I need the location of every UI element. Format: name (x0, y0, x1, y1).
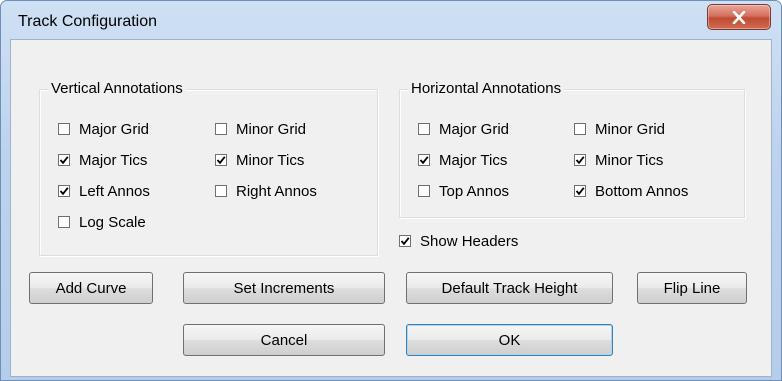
checkbox-box[interactable] (574, 185, 586, 197)
horizontal-minor-grid-checkbox[interactable]: Minor Grid (574, 119, 665, 139)
checkbox-label: Major Grid (439, 120, 510, 138)
checkbox-box[interactable] (215, 185, 227, 197)
horizontal-top-annos-checkbox[interactable]: Top Annos (418, 181, 509, 201)
window-title: Track Configuration (18, 13, 158, 30)
checkbox-box[interactable] (574, 154, 586, 166)
track-configuration-dialog: Track Configuration Vertical Annotations… (0, 0, 782, 381)
checkbox-label: Minor Grid (236, 120, 307, 138)
checkmark-icon (400, 237, 410, 246)
checkmark-icon (216, 156, 226, 165)
horizontal-annotations-group: Horizontal Annotations Major Grid Minor … (399, 80, 745, 218)
checkmark-icon (575, 187, 585, 196)
checkbox-box[interactable] (215, 123, 227, 135)
horizontal-major-tics-checkbox[interactable]: Major Tics (418, 150, 507, 170)
checkbox-box[interactable] (399, 235, 411, 247)
horizontal-annotations-label: Horizontal Annotations (408, 80, 565, 97)
cancel-button[interactable]: Cancel (183, 324, 385, 356)
checkmark-icon (419, 156, 429, 165)
checkbox-box[interactable] (58, 216, 70, 228)
dialog-client-area: Vertical Annotations Major Grid Minor Gr… (10, 39, 772, 377)
checkbox-box[interactable] (58, 123, 70, 135)
checkbox-box[interactable] (574, 123, 586, 135)
horizontal-bottom-annos-checkbox[interactable]: Bottom Annos (574, 181, 688, 201)
checkbox-box[interactable] (58, 154, 70, 166)
checkbox-label: Major Tics (439, 151, 508, 169)
default-track-height-button[interactable]: Default Track Height (406, 272, 613, 304)
checkbox-label: Bottom Annos (595, 182, 689, 200)
checkbox-box[interactable] (418, 185, 430, 197)
checkbox-box[interactable] (58, 185, 70, 197)
checkbox-label: Log Scale (79, 213, 146, 231)
vertical-minor-grid-checkbox[interactable]: Minor Grid (215, 119, 306, 139)
add-curve-button[interactable]: Add Curve (29, 272, 153, 304)
checkbox-label: Major Tics (79, 151, 148, 169)
checkbox-label: Right Annos (236, 182, 317, 200)
horizontal-minor-tics-checkbox[interactable]: Minor Tics (574, 150, 663, 170)
checkbox-label: Show Headers (420, 232, 519, 250)
checkbox-box[interactable] (418, 154, 430, 166)
checkmark-icon (59, 187, 69, 196)
checkbox-box[interactable] (215, 154, 227, 166)
checkbox-label: Top Annos (439, 182, 510, 200)
vertical-major-tics-checkbox[interactable]: Major Tics (58, 150, 147, 170)
checkmark-icon (575, 156, 585, 165)
checkbox-label: Minor Tics (236, 151, 305, 169)
vertical-major-grid-checkbox[interactable]: Major Grid (58, 119, 149, 139)
checkbox-label: Left Annos (79, 182, 150, 200)
vertical-right-annos-checkbox[interactable]: Right Annos (215, 181, 317, 201)
vertical-log-scale-checkbox[interactable]: Log Scale (58, 212, 146, 232)
show-headers-checkbox[interactable]: Show Headers (399, 231, 518, 251)
checkbox-label: Minor Grid (595, 120, 666, 138)
vertical-left-annos-checkbox[interactable]: Left Annos (58, 181, 150, 201)
title-bar[interactable]: Track Configuration (1, 1, 781, 37)
checkbox-label: Major Grid (79, 120, 150, 138)
checkbox-box[interactable] (418, 123, 430, 135)
set-increments-button[interactable]: Set Increments (183, 272, 385, 304)
flip-line-button[interactable]: Flip Line (637, 272, 747, 304)
vertical-annotations-label: Vertical Annotations (48, 80, 186, 97)
checkmark-icon (59, 156, 69, 165)
close-button[interactable] (707, 4, 771, 30)
vertical-minor-tics-checkbox[interactable]: Minor Tics (215, 150, 304, 170)
horizontal-major-grid-checkbox[interactable]: Major Grid (418, 119, 509, 139)
ok-button[interactable]: OK (406, 324, 613, 356)
checkbox-label: Minor Tics (595, 151, 664, 169)
vertical-annotations-group: Vertical Annotations Major Grid Minor Gr… (39, 80, 378, 256)
close-icon (732, 11, 746, 24)
